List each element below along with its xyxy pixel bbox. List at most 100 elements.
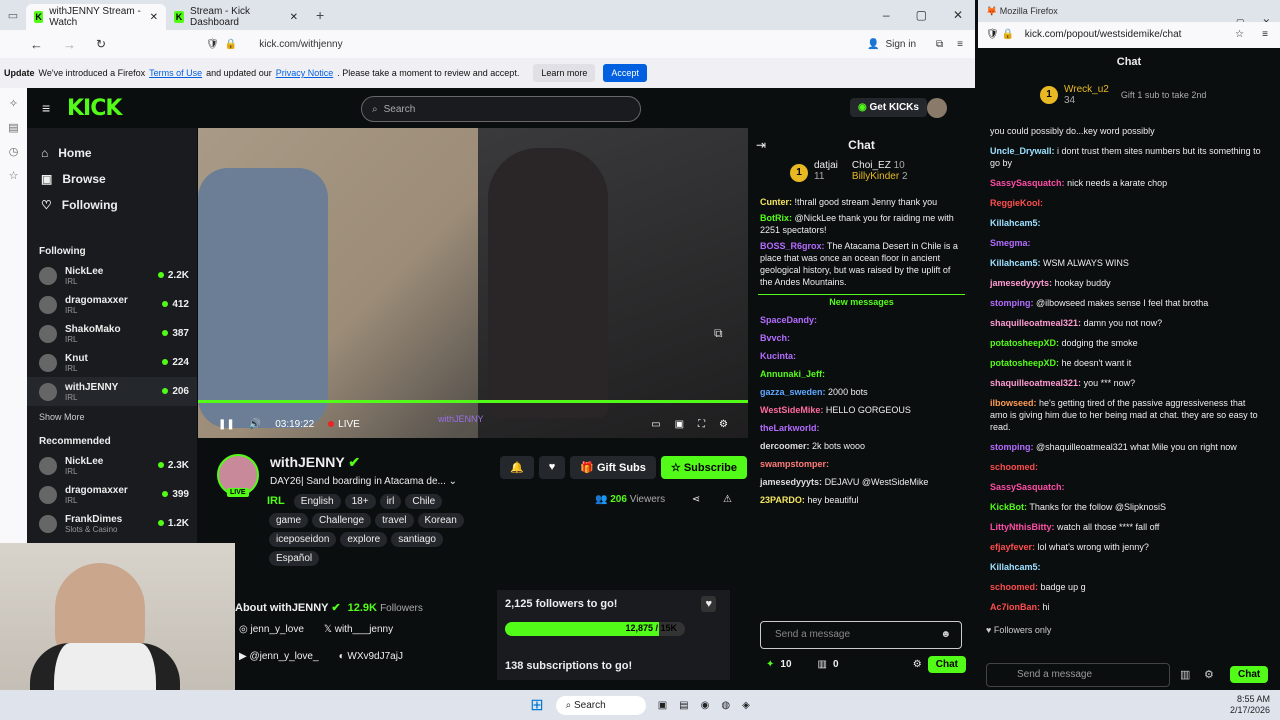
sidebar-channel[interactable]: FrankDimes Slots & Casino 1.2K [27, 509, 197, 538]
tag-chip[interactable]: iceposeidon [269, 532, 337, 547]
settings-icon[interactable]: ⚙ [719, 419, 728, 430]
extensions-icon[interactable]: ⧉ [936, 39, 943, 50]
new-tab-icon[interactable]: + [316, 7, 324, 23]
chat-input[interactable]: Send a message ☻ [760, 621, 962, 649]
instagram-link[interactable]: ◎ jenn_y_love [239, 624, 304, 635]
x-link[interactable]: 𝕏 with___jenny [324, 624, 393, 635]
chat-username[interactable]: SassySasquatch: [990, 482, 1065, 492]
chat-username[interactable]: stomping: [990, 442, 1034, 452]
chat-username[interactable]: Annunaki_Jeff: [760, 369, 825, 379]
tag-chip[interactable]: irl [379, 494, 402, 509]
popout-chat-input[interactable]: Send a message [986, 663, 1170, 687]
avatar[interactable] [927, 98, 947, 118]
sidebar-toggle-icon[interactable]: ▭ [0, 9, 26, 22]
chat-username[interactable]: jamesedyyyts: [990, 278, 1052, 288]
shield-icon[interactable]: 🛡 [206, 39, 219, 50]
url-bar[interactable]: kick.com/withjenny [259, 39, 342, 50]
fullscreen-icon[interactable]: ⛶ [698, 419, 705, 430]
follow-heart-button[interactable]: ♥ [538, 456, 566, 479]
share-icon[interactable]: ⋖ [692, 494, 700, 505]
chat-username[interactable]: Kucinta: [760, 351, 796, 361]
chat-username[interactable]: BOSS_R6grox: [760, 241, 825, 251]
sync-icon[interactable]: ▤ [0, 116, 27, 140]
reload-icon[interactable]: ↻ [96, 37, 106, 51]
bookmark-icon[interactable]: ☆ [0, 164, 27, 188]
chat-username[interactable]: 23PARDO: [760, 495, 805, 505]
sidebar-channel[interactable]: withJENNY IRL 206 [27, 377, 197, 406]
popout-url[interactable]: kick.com/popout/westsidemike/chat [1025, 29, 1182, 40]
firefox-taskbar-icon[interactable]: ◍ [721, 700, 730, 711]
kick-logo[interactable]: KICK [67, 96, 122, 121]
windows-start-icon[interactable]: ⊞ [530, 695, 543, 715]
collapse-chat-icon[interactable]: ⇥ [756, 138, 766, 152]
streamer-name[interactable]: withJENNY [270, 454, 344, 470]
sign-in-button[interactable]: Sign in [885, 39, 916, 50]
file-explorer-icon[interactable]: ▤ [679, 700, 688, 711]
chat-username[interactable]: WestSideMike: [760, 405, 823, 415]
gift-subs-button[interactable]: 🎁 Gift Subs [570, 456, 656, 479]
chat-username[interactable]: Smegma: [990, 238, 1031, 248]
nav-browse[interactable]: ▣ Browse [27, 166, 197, 192]
subscribe-button[interactable]: ☆ Subscribe [660, 456, 747, 479]
video-progress-bar[interactable] [198, 400, 748, 403]
app-icon[interactable]: ◈ [742, 700, 750, 711]
search-input[interactable]: ⌕ Search [361, 96, 641, 122]
menu-icon[interactable]: ≡ [1262, 29, 1268, 40]
maximize-icon[interactable]: ▢ [916, 8, 927, 22]
sidebar-channel[interactable]: NickLee IRL 2.2K [27, 261, 197, 290]
chat-username[interactable]: Killahcam5: [990, 258, 1041, 268]
sidebar-channel[interactable]: ShakoMako IRL 387 [27, 319, 197, 348]
chat-username[interactable]: LittyNthisBitty: [990, 522, 1055, 532]
minimize-icon[interactable]: – [883, 8, 890, 22]
chat-username[interactable]: Uncle_Drywall: [990, 146, 1055, 156]
chevron-down-icon[interactable]: ⌄ [449, 476, 457, 487]
theater-icon[interactable]: ▭ [651, 419, 660, 430]
chat-username[interactable]: schoomed: [990, 582, 1038, 592]
history-icon[interactable]: ◷ [0, 140, 27, 164]
chat-username[interactable]: Bvvch: [760, 333, 790, 343]
tag-chip[interactable]: santiago [391, 532, 443, 547]
chrome-icon[interactable]: ◉ [701, 700, 710, 711]
chat-username[interactable]: theLarkworld: [760, 423, 820, 433]
emoji-icon[interactable]: ☻ [940, 629, 951, 640]
chat-username[interactable]: shaquilleoatmeal321: [990, 378, 1081, 388]
back-icon[interactable]: ← [30, 37, 43, 52]
terms-link[interactable]: Terms of Use [149, 68, 202, 78]
tag-chip[interactable]: Chile [405, 494, 443, 509]
chat-settings-icon[interactable]: ⚙ [1204, 668, 1214, 681]
chat-username[interactable]: potatosheepXD: [990, 358, 1059, 368]
tab-dashboard[interactable]: K Stream - Kick Dashboard ✕ [166, 4, 306, 30]
pip-icon[interactable]: ⧉ [714, 326, 723, 341]
chat-username[interactable]: ilbowseed: [990, 398, 1037, 408]
gift-icon[interactable]: ▥ [1180, 668, 1190, 681]
hamburger-icon[interactable]: ≡ [42, 100, 50, 116]
tag-chip[interactable]: explore [340, 532, 388, 547]
popout-send-button[interactable]: Chat [1230, 666, 1269, 683]
show-more-link[interactable]: Show More [27, 406, 197, 428]
chat-username[interactable]: Killahcam5: [990, 218, 1041, 228]
tag-chip[interactable]: Korean [417, 513, 464, 528]
nav-following[interactable]: ♡ Following [27, 192, 197, 218]
taskbar-search[interactable]: ⌕ Search [555, 695, 646, 715]
tab-withjenny[interactable]: K withJENNY Stream - Watch ✕ [26, 4, 166, 30]
chat-username[interactable]: SassySasquatch: [990, 178, 1065, 188]
chat-username[interactable]: shaquilleoatmeal321: [990, 318, 1081, 328]
sidebar-channel[interactable]: dragomaxxer IRL 412 [27, 290, 197, 319]
chat-username[interactable]: potatosheepXD: [990, 338, 1059, 348]
forward-icon[interactable]: → [63, 37, 76, 52]
menu-icon[interactable]: ≡ [957, 39, 963, 50]
report-icon[interactable]: ⚠ [723, 494, 732, 505]
chat-username[interactable]: schoomed: [990, 462, 1038, 472]
sidebar-channel[interactable]: Knut IRL 224 [27, 348, 197, 377]
tag-chip[interactable]: game [269, 513, 309, 528]
person-icon[interactable]: 👤 [867, 39, 879, 50]
tag-chip[interactable]: Challenge [312, 513, 372, 528]
tab-close-icon[interactable]: ✕ [290, 12, 298, 23]
close-window-icon[interactable]: ✕ [953, 8, 963, 22]
pause-icon[interactable]: ❚❚ [218, 419, 235, 430]
nav-home[interactable]: ⌂ Home [27, 140, 197, 166]
get-kicks-button[interactable]: ◉ Get KICKs [850, 98, 927, 117]
notification-bell-button[interactable]: 🔔 [500, 456, 534, 479]
volume-icon[interactable]: 🔊 [249, 419, 261, 430]
chat-username[interactable]: SpaceDandy: [760, 315, 817, 325]
